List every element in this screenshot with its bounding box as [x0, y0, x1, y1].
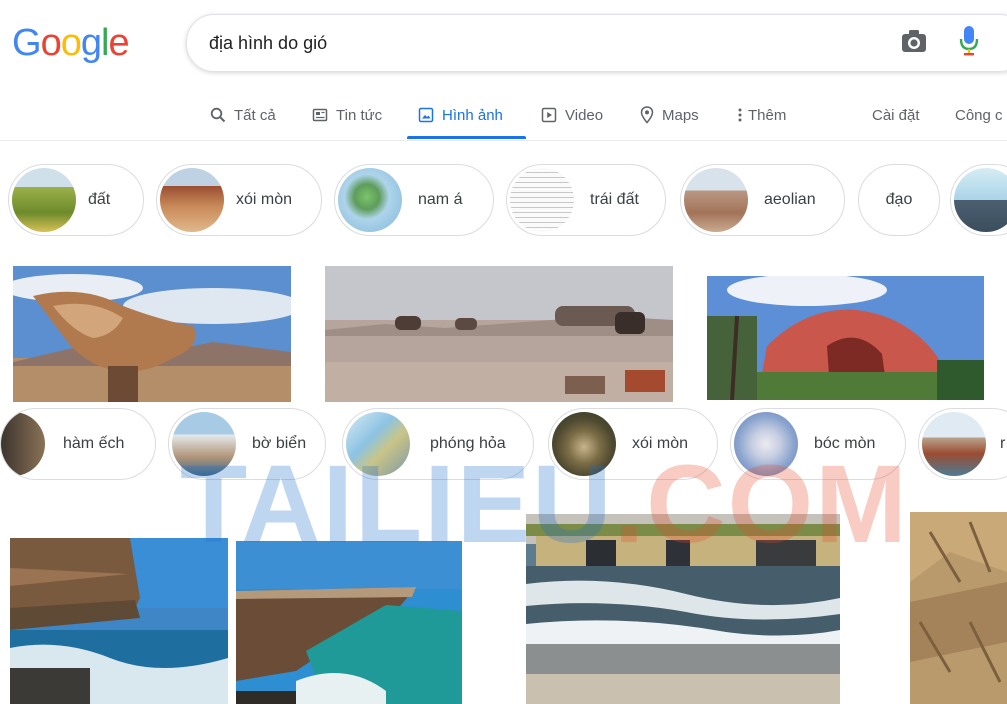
image-result[interactable] — [910, 512, 1007, 704]
chip-thumbnail — [160, 168, 224, 232]
chip-thumbnail — [338, 168, 402, 232]
logo-letter: g — [80, 22, 102, 64]
google-logo[interactable]: Google — [12, 18, 130, 68]
settings-link[interactable]: Cài đặt — [872, 92, 920, 138]
search-tabs: Tất cả Tin tức Hình ảnh Video Maps Thêm … — [0, 92, 1007, 141]
tab-video[interactable]: Video — [541, 92, 603, 138]
tab-images[interactable]: Hình ảnh — [418, 92, 503, 138]
watermark-part-1: TAILIEU — [180, 443, 614, 566]
related-chip[interactable]: nam á — [334, 164, 494, 236]
related-chip[interactable]: r — [918, 408, 1007, 480]
chip-label: đất — [88, 191, 111, 208]
chip-label: hàm ếch — [63, 435, 125, 452]
tab-maps-label: Maps — [662, 106, 699, 124]
image-icon — [418, 107, 434, 123]
search-box[interactable]: địa hình do gió — [186, 14, 1007, 72]
chip-thumbnail — [684, 168, 748, 232]
chip-label: xói mòn — [236, 191, 293, 208]
search-icon — [210, 107, 226, 123]
tab-all[interactable]: Tất cả — [210, 92, 276, 138]
logo-letter: G — [12, 22, 42, 64]
tab-all-label: Tất cả — [234, 106, 276, 124]
map-pin-icon — [640, 106, 654, 124]
search-input[interactable]: địa hình do gió — [209, 15, 327, 71]
tools-label: Công c — [955, 106, 1003, 124]
settings-label: Cài đặt — [872, 106, 920, 124]
microphone-icon[interactable] — [958, 24, 980, 58]
newspaper-icon — [312, 107, 328, 123]
chip-thumbnail — [510, 168, 574, 232]
tab-video-label: Video — [565, 106, 604, 124]
tab-more[interactable]: Thêm — [738, 92, 786, 138]
tab-maps[interactable]: Maps — [640, 92, 699, 138]
watermark-part-2: .COM — [613, 443, 909, 566]
chip-label: trái đất — [590, 191, 639, 208]
related-chip[interactable] — [950, 164, 1007, 236]
watermark: TAILIEU.COM — [180, 450, 909, 560]
related-chip[interactable]: đất — [8, 164, 144, 236]
tab-images-label: Hình ảnh — [442, 106, 503, 124]
chip-thumbnail — [12, 168, 76, 232]
image-result[interactable] — [325, 266, 673, 402]
active-tab-indicator — [407, 136, 526, 139]
chip-thumbnail — [954, 168, 1007, 232]
chip-thumbnail — [1, 412, 45, 476]
more-vert-icon — [738, 108, 742, 122]
related-chip[interactable]: hàm ếch — [0, 408, 156, 480]
tab-more-label: Thêm — [748, 106, 787, 124]
chip-label: r — [1000, 435, 1006, 452]
chip-label: aeolian — [764, 191, 816, 208]
related-chip[interactable]: aeolian — [680, 164, 845, 236]
tab-news[interactable]: Tin tức — [312, 92, 382, 138]
image-result[interactable] — [13, 266, 291, 402]
logo-letter: e — [108, 22, 129, 64]
camera-icon[interactable] — [900, 28, 928, 54]
tab-news-label: Tin tức — [336, 106, 383, 124]
video-icon — [541, 107, 557, 123]
tools-link[interactable]: Công c — [955, 92, 1003, 138]
related-chip[interactable]: xói mòn — [156, 164, 322, 236]
related-chip[interactable]: đạo — [858, 164, 940, 236]
chip-label: nam á — [418, 191, 463, 208]
related-chip[interactable]: trái đất — [506, 164, 666, 236]
image-result[interactable] — [707, 276, 984, 400]
logo-letter: o — [40, 22, 62, 64]
logo-letter: o — [60, 22, 82, 64]
chip-thumbnail — [922, 412, 986, 476]
chip-label: đạo — [885, 191, 913, 208]
